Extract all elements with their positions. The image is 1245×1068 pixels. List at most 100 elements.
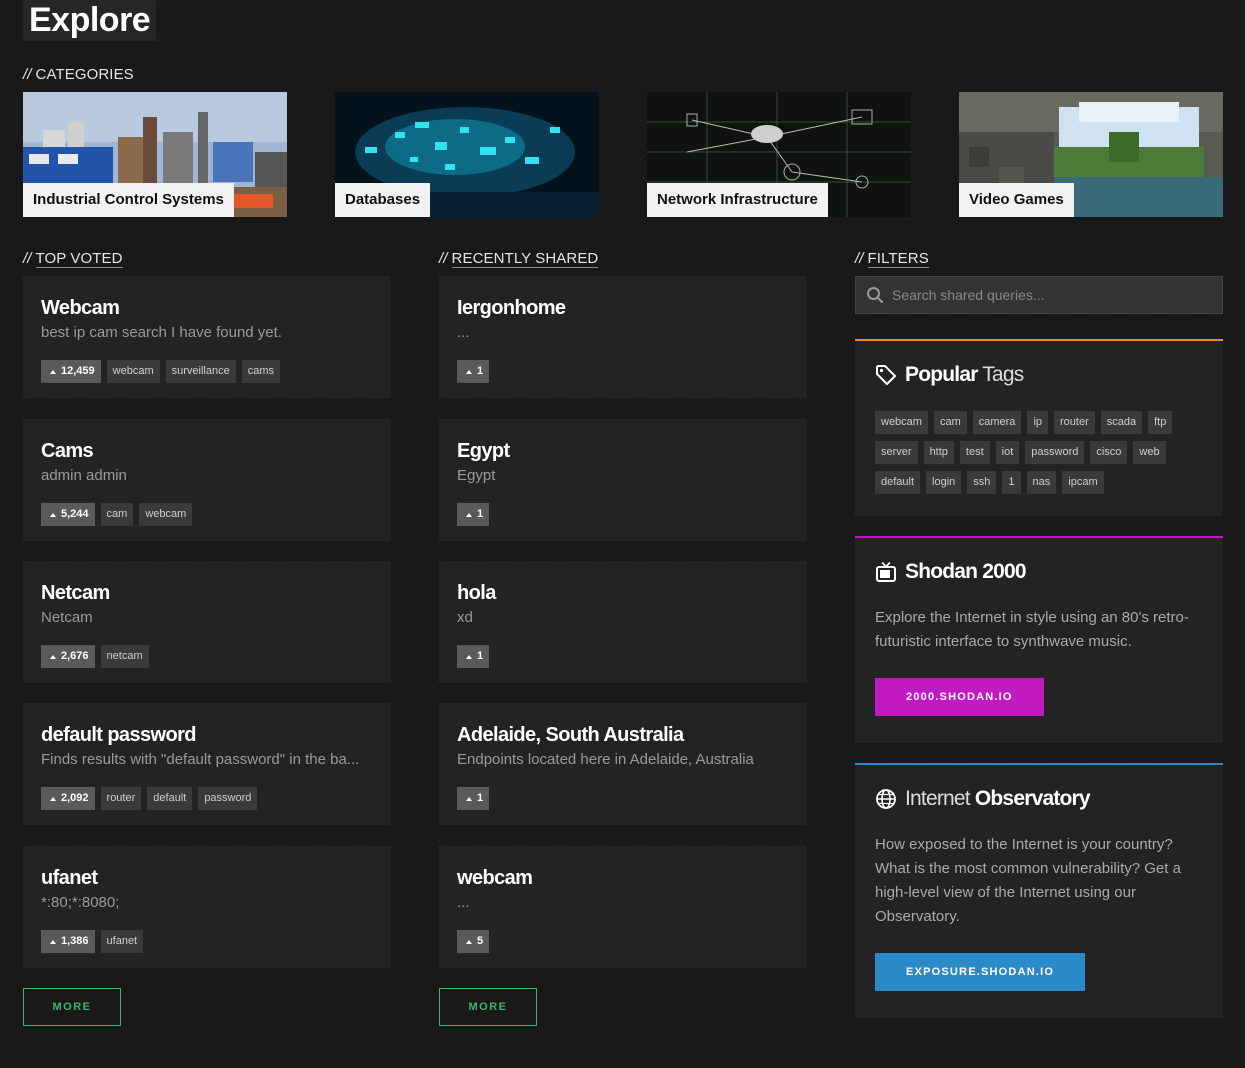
vote-value: 5 bbox=[477, 935, 484, 947]
vote-value: 1 bbox=[477, 365, 484, 377]
observatory-link-button[interactable]: EXPOSURE.SHODAN.IO bbox=[875, 953, 1086, 991]
vote-value: 1 bbox=[477, 508, 484, 520]
tag[interactable]: router bbox=[100, 787, 142, 810]
category-databases[interactable]: Databases bbox=[335, 92, 599, 217]
vote-count[interactable]: 5 bbox=[457, 930, 490, 953]
query-card[interactable]: Cams admin admin 5,244 cam webcam bbox=[23, 419, 391, 541]
vote-count[interactable]: 1 bbox=[457, 787, 490, 810]
vote-value: 1,386 bbox=[61, 935, 89, 947]
tag[interactable]: camera bbox=[972, 411, 1022, 434]
query-title[interactable]: Egypt bbox=[457, 437, 789, 465]
category-network-infrastructure[interactable]: Network Infrastructure bbox=[647, 92, 911, 217]
query-title[interactable]: default password bbox=[41, 721, 373, 749]
query-description: Egypt bbox=[457, 467, 496, 484]
tag[interactable]: 1 bbox=[1002, 471, 1021, 494]
tag-icon bbox=[876, 365, 896, 385]
query-title[interactable]: Cams bbox=[41, 437, 373, 465]
upvote-icon bbox=[466, 512, 472, 517]
upvote-icon bbox=[50, 939, 56, 944]
query-description: ... bbox=[457, 894, 470, 911]
tag[interactable]: cisco bbox=[1090, 441, 1128, 464]
tag[interactable]: password bbox=[198, 787, 258, 810]
upvote-icon bbox=[466, 369, 472, 374]
tag[interactable]: default bbox=[875, 471, 921, 494]
query-card[interactable]: Adelaide, South Australia Endpoints loca… bbox=[439, 703, 807, 825]
tag[interactable]: default bbox=[147, 787, 193, 810]
query-title[interactable]: hola bbox=[457, 579, 789, 607]
tag[interactable]: webcam bbox=[139, 503, 193, 526]
category-industrial-control-systems[interactable]: Industrial Control Systems bbox=[23, 92, 287, 217]
tag[interactable]: ip bbox=[1027, 411, 1048, 434]
query-card[interactable]: Egypt Egypt 1 bbox=[439, 419, 807, 541]
tag[interactable]: http bbox=[923, 441, 954, 464]
panel-description: How exposed to the Internet is your coun… bbox=[875, 836, 1181, 925]
category-label: Databases bbox=[335, 183, 431, 217]
tag[interactable]: cam bbox=[100, 503, 134, 526]
query-description: best ip cam search I have found yet. bbox=[41, 324, 282, 341]
tag[interactable]: test bbox=[959, 441, 990, 464]
tag[interactable]: ssh bbox=[967, 471, 997, 494]
tag[interactable]: cams bbox=[241, 360, 280, 383]
query-card[interactable]: hola xd 1 bbox=[439, 561, 807, 683]
tag[interactable]: nas bbox=[1026, 471, 1057, 494]
vote-count[interactable]: 5,244 bbox=[41, 503, 95, 526]
panel-title: Shodan 2000 bbox=[905, 560, 1027, 584]
tag[interactable]: iot bbox=[995, 441, 1020, 464]
query-card[interactable]: default password Finds results with "def… bbox=[23, 703, 391, 825]
vote-value: 1 bbox=[477, 650, 484, 662]
vote-value: 12,459 bbox=[61, 365, 95, 377]
tag[interactable]: webcam bbox=[106, 360, 160, 383]
query-title[interactable]: Webcam bbox=[41, 294, 373, 322]
shodan-2000-link-button[interactable]: 2000.SHODAN.IO bbox=[875, 678, 1044, 716]
vote-value: 2,676 bbox=[61, 650, 89, 662]
globe-icon bbox=[876, 789, 896, 809]
page-title: Explore bbox=[23, 0, 157, 41]
vote-count[interactable]: 1 bbox=[457, 360, 490, 383]
top-voted-more-button[interactable]: MORE bbox=[23, 988, 121, 1026]
vote-count[interactable]: 1 bbox=[457, 503, 490, 526]
tag[interactable]: web bbox=[1133, 441, 1166, 464]
query-title[interactable]: ufanet bbox=[41, 864, 373, 892]
tag[interactable]: login bbox=[926, 471, 962, 494]
query-card[interactable]: Iergonhome ... 1 bbox=[439, 276, 807, 398]
vote-count[interactable]: 1 bbox=[457, 645, 490, 668]
tag[interactable]: webcam bbox=[875, 411, 928, 434]
heading-prefix: // bbox=[439, 250, 448, 267]
tag[interactable]: scada bbox=[1100, 411, 1143, 434]
query-title[interactable]: Iergonhome bbox=[457, 294, 789, 322]
vote-count[interactable]: 2,676 bbox=[41, 645, 95, 668]
category-label: Video Games bbox=[959, 183, 1074, 217]
tag[interactable]: ipcam bbox=[1062, 471, 1104, 494]
tag[interactable]: server bbox=[875, 441, 918, 464]
query-card[interactable]: Netcam Netcam 2,676 netcam bbox=[23, 561, 391, 683]
query-card[interactable]: webcam ... 5 bbox=[439, 846, 807, 968]
shodan-2000-panel: Shodan 2000 Explore the Internet in styl… bbox=[855, 536, 1223, 743]
query-description: admin admin bbox=[41, 467, 127, 484]
tag[interactable]: ufanet bbox=[100, 930, 144, 953]
query-description: Netcam bbox=[41, 609, 93, 626]
query-card[interactable]: ufanet *:80;*:8080; 1,386 ufanet bbox=[23, 846, 391, 968]
query-title[interactable]: webcam bbox=[457, 864, 789, 892]
vote-count[interactable]: 1,386 bbox=[41, 930, 95, 953]
search-input[interactable] bbox=[892, 287, 1192, 303]
panel-title: Popular Tags bbox=[905, 363, 1024, 387]
category-video-games[interactable]: Video Games bbox=[959, 92, 1223, 217]
upvote-icon bbox=[50, 512, 56, 517]
tag[interactable]: password bbox=[1025, 441, 1085, 464]
vote-count[interactable]: 12,459 bbox=[41, 360, 101, 383]
search-box[interactable] bbox=[855, 276, 1223, 314]
tag[interactable]: router bbox=[1054, 411, 1095, 434]
heading-prefix: // bbox=[855, 250, 864, 267]
tag[interactable]: surveillance bbox=[165, 360, 236, 383]
tag[interactable]: netcam bbox=[100, 645, 149, 668]
title-bold: Observatory bbox=[974, 787, 1091, 810]
heading-prefix: // bbox=[23, 66, 32, 83]
query-title[interactable]: Netcam bbox=[41, 579, 373, 607]
upvote-icon bbox=[50, 796, 56, 801]
recently-shared-more-button[interactable]: MORE bbox=[439, 988, 537, 1026]
tag[interactable]: ftp bbox=[1148, 411, 1173, 434]
tag[interactable]: cam bbox=[933, 411, 967, 434]
query-title[interactable]: Adelaide, South Australia bbox=[457, 721, 789, 749]
vote-count[interactable]: 2,092 bbox=[41, 787, 95, 810]
query-card[interactable]: Webcam best ip cam search I have found y… bbox=[23, 276, 391, 398]
